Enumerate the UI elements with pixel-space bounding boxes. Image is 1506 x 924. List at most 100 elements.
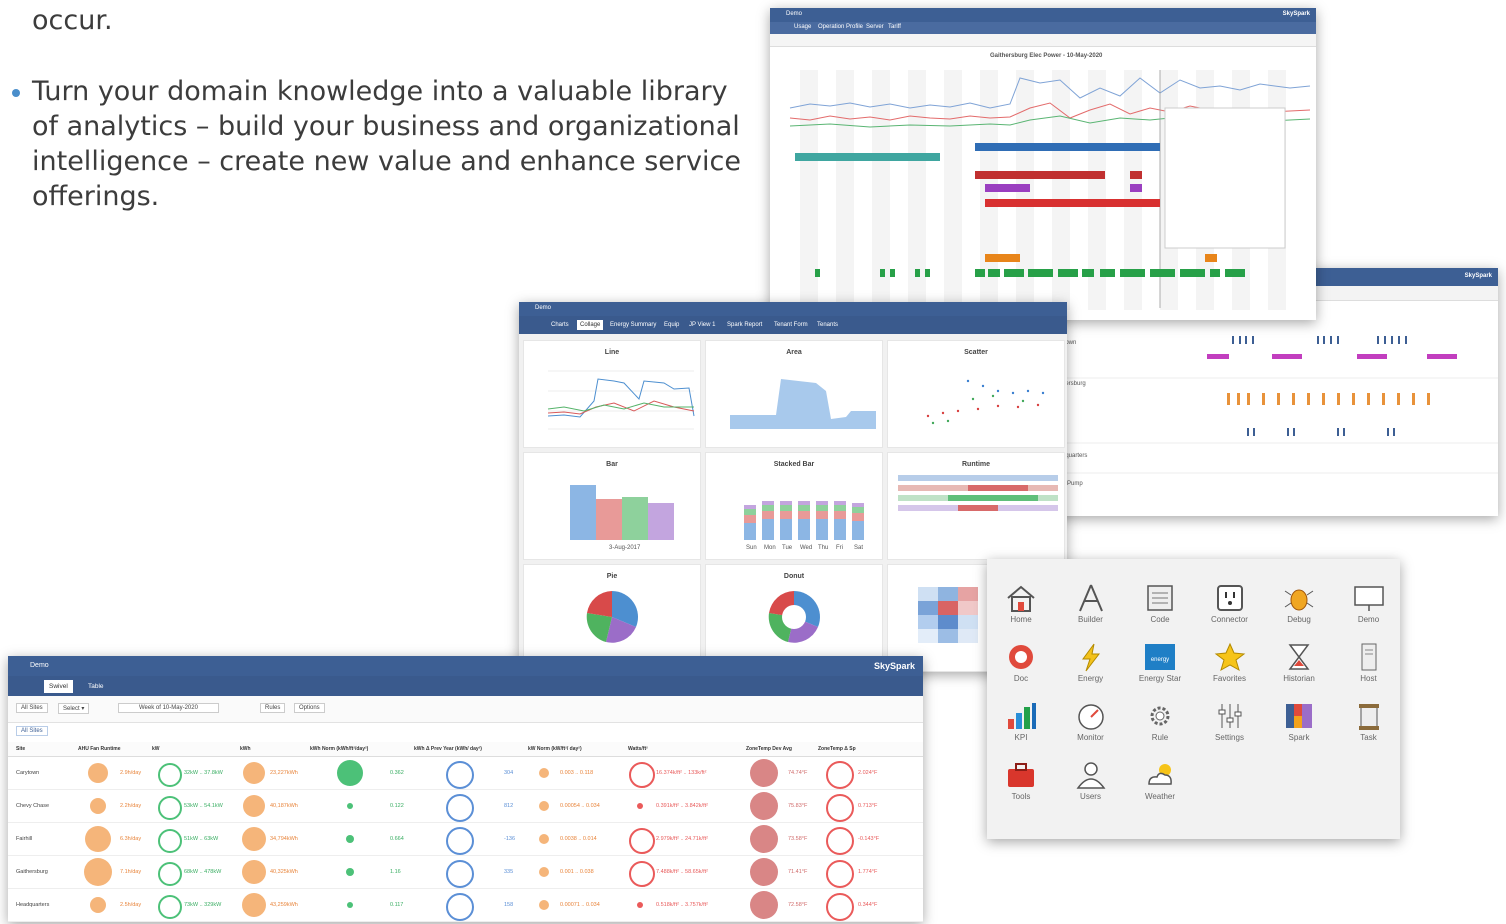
users-icon [1062, 760, 1120, 790]
kpi-col-header[interactable]: kW [152, 746, 160, 752]
collage-tab-tenant-form[interactable]: Tenant Form [774, 322, 808, 328]
kwnorm-value: 0.003 .. 0.118 [560, 770, 594, 776]
app-label: Monitor [1077, 733, 1104, 742]
app-tile-monitor[interactable]: Monitor [1062, 701, 1120, 759]
app-label: Settings [1215, 733, 1244, 742]
kpi-tab-swivel[interactable]: Swivel [44, 680, 73, 693]
prev-value: 812 [504, 803, 514, 809]
app-label: Home [1010, 615, 1032, 624]
table-row[interactable]: Gaithersburg 7.1h/day 68kW .. 478kW 40,325k… [8, 856, 923, 889]
kpi-filter-chip[interactable]: All Sites [16, 726, 48, 736]
app-tile-spark[interactable]: Spark [1270, 701, 1328, 759]
app-tile-energy-star[interactable]: energy Energy Star [1131, 642, 1189, 700]
collage-tab-spark-report[interactable]: Spark Report [727, 322, 762, 328]
norm-value: 0.664 [390, 836, 404, 842]
app-tile-weather[interactable]: Weather [1131, 760, 1189, 818]
runtime-indicator [84, 858, 112, 886]
collage-tab-equip[interactable]: Equip [664, 322, 679, 328]
svg-text:energy: energy [1151, 657, 1169, 663]
spark-icon [1270, 701, 1328, 731]
kpi-col-header[interactable]: ZoneTemp Dev Avg [746, 746, 792, 752]
collage-tab-tenants[interactable]: Tenants [817, 322, 838, 328]
kw-value: 51kW .. 63kW [184, 836, 219, 842]
app-tile-doc[interactable]: Doc [992, 642, 1050, 700]
kpi-all-sites-button[interactable]: All Sites [16, 703, 48, 713]
norm-indicator [347, 902, 353, 908]
sp-indicator [826, 794, 854, 822]
kpi-table-screenshot: Demo SkySpark Swivel Table All Sites Sel… [8, 656, 923, 922]
timeline-chart [789, 70, 1311, 310]
kpi-options-button[interactable]: Options [294, 703, 325, 713]
app-tile-task[interactable]: Task [1340, 701, 1398, 759]
table-row[interactable]: Chevy Chase 2.2h/day 53kW .. 54.1kW 40,187k… [8, 790, 923, 823]
norm-indicator [337, 760, 363, 786]
kpi-col-header[interactable]: kWh Norm (kWh/ft²/day²) [310, 746, 368, 752]
kpi-col-header[interactable]: kWh [240, 746, 251, 752]
runtime-indicator [90, 798, 106, 814]
app-tile-connector[interactable]: Connector [1201, 583, 1259, 641]
kwh-indicator [242, 827, 266, 851]
app-tile-kpi[interactable]: KPI [992, 701, 1050, 759]
kwh-indicator [242, 893, 266, 917]
norm-value: 1.16 [390, 869, 401, 875]
kpi-rules-button[interactable]: Rules [260, 703, 286, 713]
collage-tab-charts[interactable]: Charts [551, 322, 569, 328]
app-label: Favorites [1213, 674, 1246, 683]
app-tile-debug[interactable]: Debug [1270, 583, 1328, 641]
dev-indicator [750, 858, 778, 886]
collage-tab-energy-summary[interactable]: Energy Summary [610, 322, 656, 328]
kwh-indicator [242, 860, 266, 884]
dev-indicator [750, 891, 778, 919]
kwnorm-indicator [539, 801, 549, 811]
app-tile-tools[interactable]: Tools [992, 760, 1050, 818]
prev-value: 335 [504, 869, 514, 875]
sp-indicator [826, 893, 854, 921]
app-tile-historian[interactable]: Historian [1270, 642, 1328, 700]
app-tile-users[interactable]: Users [1062, 760, 1120, 818]
bullet-dot [12, 89, 20, 97]
app-tile-builder[interactable]: Builder [1062, 583, 1120, 641]
app-tile-energy[interactable]: Energy [1062, 642, 1120, 700]
app-tile-favorites[interactable]: Favorites [1201, 642, 1259, 700]
kpi-tab-table[interactable]: Table [88, 683, 104, 690]
collage-tab-jp-view[interactable]: JP View 1 [689, 322, 715, 328]
watts-indicator [637, 803, 643, 809]
app-label: Rule [1151, 733, 1169, 742]
kpi-col-header[interactable]: Site [16, 746, 25, 752]
app-tile-home[interactable]: Home [992, 583, 1050, 641]
app-label: Tools [1011, 792, 1031, 801]
dev-indicator [750, 759, 778, 787]
kwnorm-value: 0.001 .. 0.038 [560, 869, 594, 875]
watts-value: 0.391k/ft² .. 3.842k/ft² [656, 803, 708, 809]
energy-icon [1062, 642, 1120, 672]
kpi-date-field[interactable]: Week of 10-May-2020 [118, 703, 219, 713]
app-tile-rule[interactable]: Rule [1131, 701, 1189, 759]
app-tile-demo[interactable]: Demo [1340, 583, 1398, 641]
watts-indicator [629, 828, 655, 854]
weather-icon [1131, 760, 1189, 790]
site-name: Carytown [16, 770, 40, 776]
collage-tab-collage[interactable]: Collage [577, 320, 604, 330]
kpi-col-header[interactable]: Watts/ft² [628, 746, 648, 752]
kpi-col-header[interactable]: kWh Δ Prev Year (kWh/ day²) [414, 746, 482, 752]
app-label: Historian [1283, 674, 1315, 683]
table-row[interactable]: Fairhill 6.3h/day 51kW .. 63kW 34,794kWh 0.6… [8, 823, 923, 856]
app-tile-settings[interactable]: Settings [1201, 701, 1259, 759]
sp-value: 0.344°F [858, 902, 878, 908]
watts-value: 0.518k/ft² .. 3.757k/ft² [656, 902, 708, 908]
prev-indicator [446, 794, 474, 822]
app-tile-host[interactable]: Host [1340, 642, 1398, 700]
kpi-col-header[interactable]: AHU Fan Runtime [78, 746, 121, 752]
table-row[interactable]: Carytown 2.9h/day 32kW .. 37.8kW 23,227kWh 0… [8, 757, 923, 790]
norm-value: 0.362 [390, 770, 404, 776]
collage-screenshot: Demo Charts Collage Energy Summary Equip… [519, 302, 1067, 672]
kw-indicator [158, 763, 182, 787]
table-row[interactable]: Headquarters 2.5h/day 73kW .. 329kW 43,259k… [8, 889, 923, 922]
kpi-col-header[interactable]: ZoneTemp Δ Sp [818, 746, 856, 752]
kpi-select-button[interactable]: Select ▾ [58, 703, 90, 714]
app-tile-code[interactable]: Code [1131, 583, 1189, 641]
kpi-col-header[interactable]: kW Norm (kW/ft²/ day²) [528, 746, 582, 752]
app-label: Connector [1211, 615, 1248, 624]
dev-value: 73.58°F [788, 836, 808, 842]
collage-app-name: Demo [535, 305, 552, 311]
